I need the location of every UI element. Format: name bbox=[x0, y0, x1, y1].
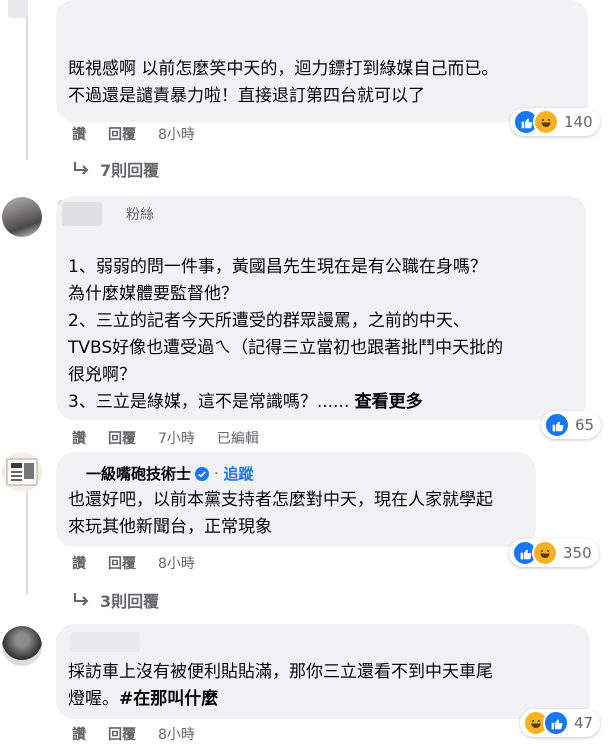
comment-text: 也還好吧，以前本黨支持者怎麼對中天，現在人家就學起 來玩其他新聞台，正常現象 bbox=[68, 490, 493, 537]
view-replies-link[interactable]: 7則回覆 bbox=[72, 157, 159, 181]
blurred-author-name bbox=[62, 202, 102, 226]
reaction-summary[interactable]: 140 bbox=[510, 108, 600, 136]
like-icon bbox=[544, 412, 570, 438]
reply-arrow-icon bbox=[74, 162, 89, 175]
reaction-summary[interactable]: 47 bbox=[520, 709, 601, 737]
reaction-count: 65 bbox=[575, 416, 595, 434]
reply-arrow-icon bbox=[74, 593, 89, 606]
fan-badge: 粉絲 bbox=[126, 207, 154, 223]
comment-bubble: 採訪車上沒有被便利貼貼滿，那你三立還看不到中天車尾 燈喔。#在那叫什麼 bbox=[56, 624, 590, 719]
view-replies-link[interactable]: 3則回覆 bbox=[72, 588, 159, 612]
reply-button[interactable]: 回覆 bbox=[108, 124, 136, 144]
reply-button[interactable]: 回覆 bbox=[108, 553, 136, 573]
comment-body: 1、弱弱的問一件事，黃國昌先生現在是有公職在身嗎？ 為什麼媒體要監督他？ 2、三… bbox=[68, 257, 504, 412]
separator-dot: · bbox=[214, 465, 219, 482]
reaction-count: 47 bbox=[574, 714, 594, 732]
follow-button[interactable]: 追蹤 bbox=[223, 463, 253, 484]
author-name[interactable]: 一級嘴砲技術士 bbox=[86, 463, 191, 484]
avatar[interactable] bbox=[2, 197, 42, 237]
reaction-count: 350 bbox=[563, 544, 592, 562]
like-button[interactable]: 讚 bbox=[72, 553, 86, 573]
like-button[interactable]: 讚 bbox=[72, 124, 86, 144]
haha-icon bbox=[532, 540, 558, 566]
comment-meta: 讚 回覆 8小時 bbox=[72, 124, 217, 144]
blurred-author-name bbox=[8, 0, 28, 18]
comment-bubble: 一級嘴砲技術士 · 追蹤 也還好吧，以前本黨支持者怎麼對中天，現在人家就學起 來… bbox=[56, 452, 536, 547]
edited-label[interactable]: 已編輯 bbox=[217, 428, 259, 448]
timestamp[interactable]: 8小時 bbox=[158, 553, 195, 573]
timestamp[interactable]: 8小時 bbox=[158, 124, 195, 144]
comment-text: 1、弱弱的問一件事，黃國昌先生現在是有公職在身嗎？ 為什麼媒體要監督他？ 2、三… bbox=[68, 254, 503, 416]
comment-text: 既視感啊 以前怎麼笑中天的，迴力鏢打到綠媒自己而已。 不過還是譴責暴力啦！直接退… bbox=[68, 59, 499, 106]
comment-bubble: 粉絲 1、弱弱的問一件事，黃國昌先生現在是有公職在身嗎？ 為什麼媒體要監督他？ … bbox=[56, 196, 586, 420]
avatar[interactable] bbox=[2, 452, 42, 492]
timestamp[interactable]: 7小時 bbox=[158, 428, 195, 448]
comment-meta: 讚 回覆 7小時 已編輯 bbox=[72, 428, 259, 448]
replies-count-label[interactable]: 7則回覆 bbox=[100, 157, 159, 181]
haha-icon bbox=[533, 109, 559, 135]
comment-text: 採訪車上沒有被便利貼貼滿，那你三立還看不到中天車尾 燈喔。#在那叫什麼 bbox=[68, 659, 493, 713]
reply-button[interactable]: 回覆 bbox=[108, 724, 136, 744]
thread-line bbox=[26, 0, 28, 160]
reaction-count: 140 bbox=[564, 113, 593, 131]
replies-count-label[interactable]: 3則回覆 bbox=[100, 588, 159, 612]
hashtag-link[interactable]: #在那叫什麼 bbox=[119, 689, 218, 709]
comment-bubble: 既視感啊 以前怎麼笑中天的，迴力鏢打到綠媒自己而已。 不過還是譴責暴力啦！直接退… bbox=[56, 0, 588, 122]
timestamp[interactable]: 8小時 bbox=[158, 724, 195, 744]
like-icon bbox=[543, 710, 569, 736]
reply-button[interactable]: 回覆 bbox=[108, 428, 136, 448]
comment-header: 一級嘴砲技術士 · 追蹤 bbox=[86, 463, 253, 484]
like-button[interactable]: 讚 bbox=[72, 428, 86, 448]
reaction-summary[interactable]: 350 bbox=[509, 539, 599, 567]
like-button[interactable]: 讚 bbox=[72, 724, 86, 744]
comment-meta: 讚 回覆 8小時 bbox=[72, 724, 217, 744]
avatar[interactable] bbox=[2, 626, 42, 666]
blurred-author-name bbox=[70, 632, 140, 652]
comment-meta: 讚 回覆 8小時 bbox=[72, 553, 217, 573]
see-more-link[interactable]: 查看更多 bbox=[355, 392, 423, 412]
reaction-summary[interactable]: 65 bbox=[541, 411, 602, 439]
verified-icon bbox=[195, 466, 210, 481]
